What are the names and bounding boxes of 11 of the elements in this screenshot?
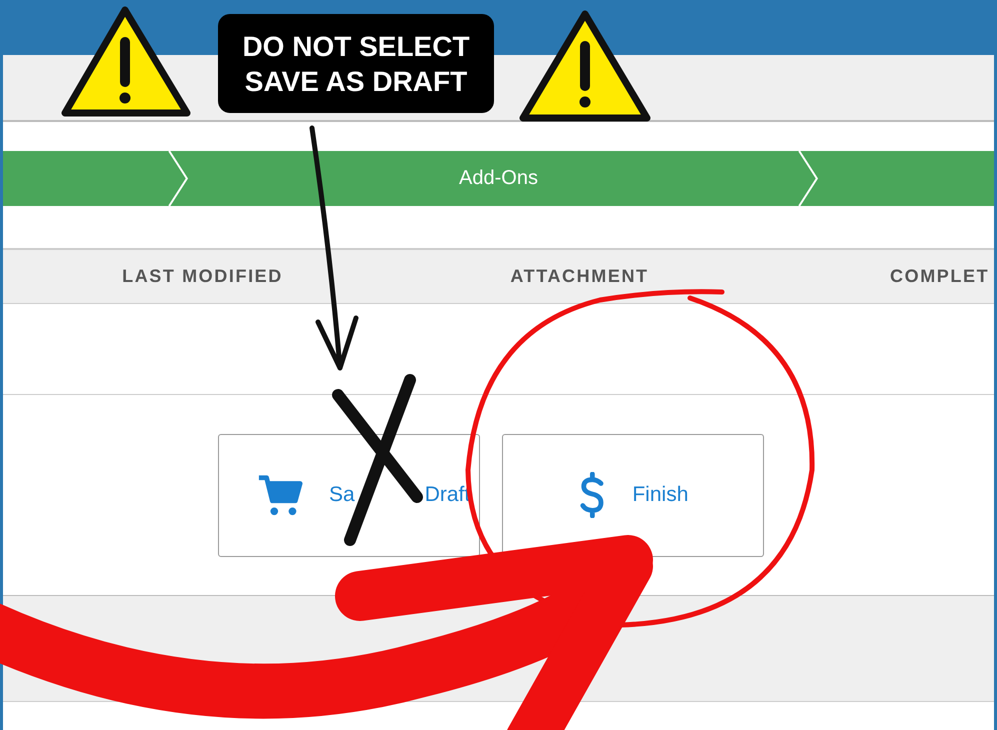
warning-label: DO NOT SELECT SAVE AS DRAFT: [218, 14, 494, 113]
warning-icon: [62, 6, 190, 116]
dollar-icon: [578, 472, 606, 518]
column-header: COMPLET: [890, 266, 990, 287]
chevron-icon: [167, 151, 191, 206]
chevron-icon: [797, 151, 821, 206]
column-header: LAST MODIFIED: [121, 266, 284, 287]
warning-icon: [520, 10, 650, 122]
progress-step[interactable]: Add-Ons: [459, 167, 538, 190]
action-button[interactable]: Finish: [502, 434, 764, 556]
column-header: ATTACHMENT: [509, 266, 650, 287]
